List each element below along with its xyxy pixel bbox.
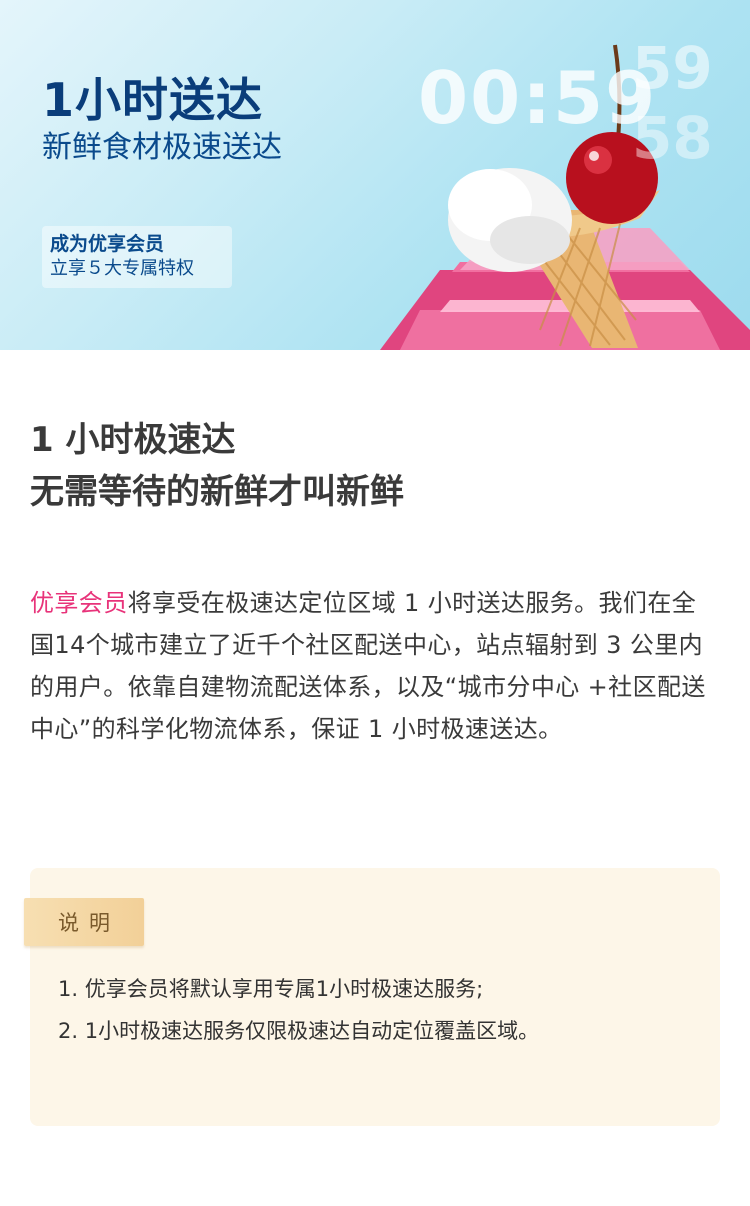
headline-line-2: 无需等待的新鲜才叫新鲜 [30,472,404,512]
description-text: 将享受在极速达定位区域 1 小时送达服务。我们在全国14个城市建立了近千个社区配… [30,589,706,743]
hero-title: 1小时送达 [42,73,264,127]
note-card: 说明 1. 优享会员将默认享用专属1小时极速达服务; 2. 1小时极速达服务仅限… [24,868,720,1126]
note-tag: 说明 [24,898,144,946]
note-item: 2. 1小时极速达服务仅限极速达自动定位覆盖区域。 [58,1019,540,1043]
headline-line-1: 1 小时极速达 [30,420,236,460]
member-cta-title: 成为优享会员 [50,233,165,255]
note-item: 1. 优享会员将默认享用专属1小时极速达服务; [58,977,484,1001]
hero-subtitle: 新鲜食材极速送达 [42,130,282,165]
countdown-next-top: 59 [632,34,713,102]
section-headline: 1 小时极速达 无需等待的新鲜才叫新鲜 [30,414,404,518]
member-highlight: 优享会员 [30,589,128,617]
hero-banner: 1小时送达 新鲜食材极速送达 00:59 59 58 成为优享会员 立享５大专属… [0,0,750,350]
member-cta[interactable]: 成为优享会员 立享５大专属特权 [42,226,232,288]
countdown-next-bottom: 58 [632,104,713,172]
member-cta-subtitle: 立享５大专属特权 [50,258,194,279]
note-list: 1. 优享会员将默认享用专属1小时极速达服务; 2. 1小时极速达服务仅限极速达… [58,968,539,1052]
countdown-timer: 00:59 [418,56,658,140]
service-description: 优享会员将享受在极速达定位区域 1 小时送达服务。我们在全国14个城市建立了近千… [30,582,720,750]
